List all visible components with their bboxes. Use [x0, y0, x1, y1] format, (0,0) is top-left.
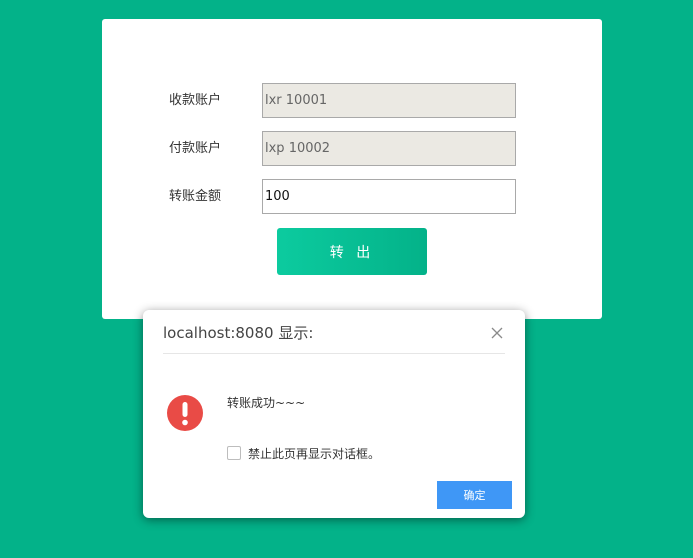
payer-row: 付款账户	[102, 131, 602, 167]
payee-row: 收款账户	[102, 83, 602, 119]
amount-input[interactable]	[262, 179, 516, 214]
amount-label: 转账金额	[169, 189, 222, 204]
payer-label: 付款账户	[169, 141, 222, 156]
ok-button[interactable]: 确定	[437, 481, 512, 509]
payee-label: 收款账户	[169, 93, 222, 108]
suppress-dialogs-checkbox[interactable]	[227, 446, 241, 460]
transfer-out-button[interactable]: 转 出	[277, 228, 427, 275]
payer-account-input[interactable]	[262, 131, 516, 166]
dialog-message: 转账成功~~~	[227, 396, 306, 410]
exclamation-circle-icon	[167, 395, 203, 431]
dialog-title: localhost:8080 显示:	[163, 324, 314, 342]
payee-account-input[interactable]	[262, 83, 516, 118]
transfer-form-card: 收款账户 付款账户 转账金额 转 出	[102, 19, 602, 319]
amount-row: 转账金额	[102, 179, 602, 215]
close-icon[interactable]	[489, 325, 505, 341]
dialog-divider	[163, 353, 505, 354]
alert-dialog: localhost:8080 显示: 转账成功~~~ 禁止此页再显示对话框。 确…	[143, 310, 525, 518]
suppress-dialogs-label[interactable]: 禁止此页再显示对话框。	[248, 445, 380, 463]
